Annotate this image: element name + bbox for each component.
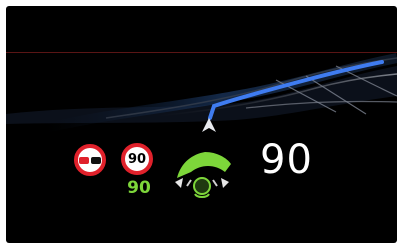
no-overtaking-sign-icon — [74, 144, 106, 176]
instrument-cluster-screen: 90 90 90 — [6, 6, 397, 243]
driver-assist-icon — [175, 152, 231, 198]
speed-limit-sign-value: 90 — [127, 151, 147, 167]
speed-limit-value: 90 — [127, 178, 151, 198]
navigation-arrow-icon — [202, 118, 216, 132]
speed-limit-sign-icon: 90 — [121, 143, 153, 175]
current-speed-value: 90 — [260, 137, 313, 183]
